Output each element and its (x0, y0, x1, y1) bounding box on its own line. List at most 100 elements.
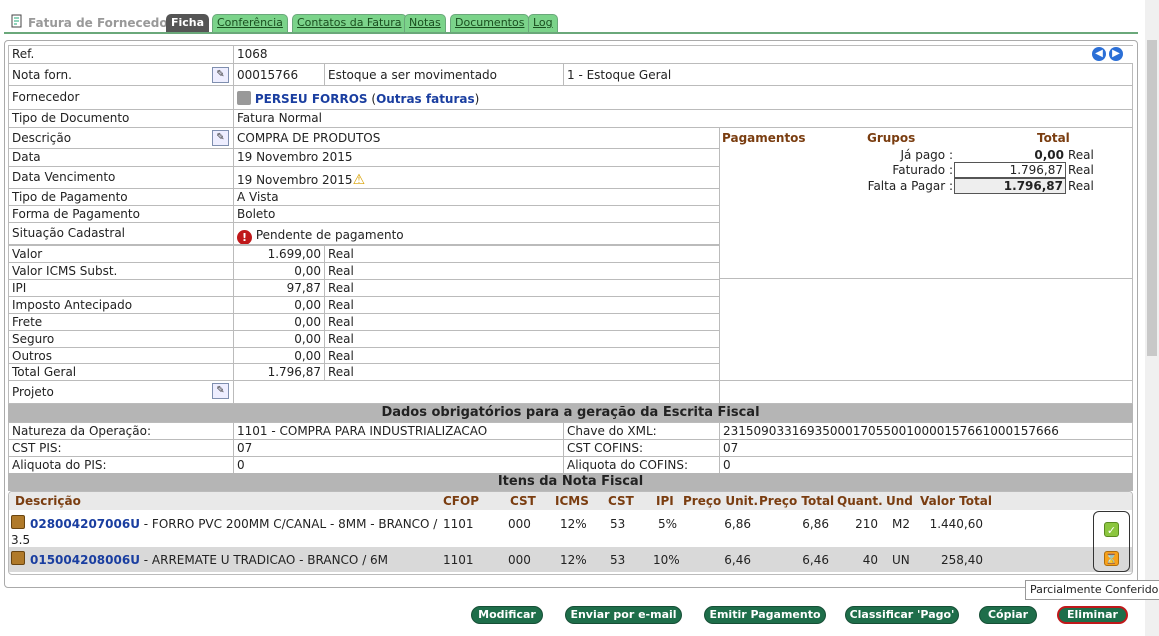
company-icon (237, 91, 251, 105)
product-box-icon (11, 551, 25, 568)
ref-label: Ref. (8, 45, 234, 64)
projeto-spacer (719, 380, 1133, 404)
tabs-bar: Fatura de Fornecedor Ficha Conferência C… (4, 10, 1138, 34)
descricao-label: Descrição (8, 127, 234, 149)
item-description: 015004208006U - ARREMATE U TRADICAO - BR… (30, 553, 389, 567)
tab-contatos-da-fatura[interactable]: Contatos da Fatura (292, 14, 407, 32)
formapag-label: Forma de Pagamento (8, 205, 234, 223)
tipodoc-value: Fatura Normal (233, 109, 1133, 128)
classificar-pago-button[interactable]: Classificar 'Pago' (845, 606, 959, 624)
item-total-price: 6,46 (802, 553, 829, 567)
copiar-button[interactable]: Cópiar (979, 606, 1037, 624)
amount-unit: Real (324, 296, 720, 314)
item-cst: 000 (508, 553, 531, 567)
tab-ficha[interactable]: Ficha (166, 14, 210, 32)
items-col-header: Preço Total (759, 494, 835, 508)
enviar-email-button[interactable]: Enviar por e-mail (565, 606, 682, 624)
amount-label: Outros (8, 347, 234, 364)
scrollbar[interactable] (1145, 0, 1159, 636)
items-col-header: Preço Unit. (683, 494, 759, 508)
outras-faturas-link[interactable]: Outras faturas (376, 92, 475, 106)
pagamentos-header: Pagamentos (722, 131, 806, 145)
natureza-value: 1101 - COMPRA PARA INDUSTRIALIZACAO (233, 422, 564, 440)
item-description-line2: 3.5 (11, 533, 31, 547)
amount-value: 97,87 (233, 279, 325, 297)
parcialmente-conferido-icon[interactable]: ⌛ (1104, 551, 1119, 566)
supplier-link[interactable]: PERSEU FORROS (255, 92, 368, 106)
amount-value: 1.699,00 (233, 245, 325, 263)
item-unit-price: 6,86 (724, 517, 751, 531)
app-title: Fatura de Fornecedor (10, 14, 174, 31)
amount-unit: Real (324, 313, 720, 331)
falta-pagar-value: 1.796,87 (954, 178, 1066, 194)
amount-unit: Real (324, 363, 720, 381)
amount-value: 0,00 (233, 296, 325, 314)
amount-label: IPI (8, 279, 234, 297)
situacao-value: ! Pendente de pagamento (233, 222, 720, 245)
amount-unit: Real (324, 245, 720, 263)
tipopag-label: Tipo de Pagamento (8, 188, 234, 206)
scrollbar-thumb[interactable] (1147, 40, 1157, 356)
ref-value: 1068 (233, 45, 1133, 64)
item-unit: UN (892, 553, 910, 567)
situacao-label: Situação Cadastral (8, 222, 234, 245)
amount-value: 0,00 (233, 262, 325, 280)
amount-label: Total Geral (8, 363, 234, 381)
product-code-link[interactable]: 015004208006U (30, 553, 140, 567)
items-col-header: Valor Total (920, 494, 992, 508)
right-spacer (719, 278, 1133, 381)
cst-cofins-value: 07 (719, 439, 1133, 457)
edit-descricao-icon[interactable]: ✎ (212, 130, 229, 146)
cst-pis-value: 07 (233, 439, 564, 457)
product-code-link[interactable]: 028004207006U (30, 517, 140, 531)
items-col-header: Und (886, 494, 913, 508)
product-box-icon (11, 515, 25, 532)
estoque-label: Estoque a ser movimentado (324, 63, 564, 86)
tab-documentos[interactable]: Documentos (450, 14, 530, 32)
amount-value: 0,00 (233, 313, 325, 331)
edit-nota-icon[interactable]: ✎ (212, 67, 229, 83)
amount-label: Imposto Antecipado (8, 296, 234, 314)
aliquota-cofins-value: 0 (719, 456, 1133, 474)
tipodoc-label: Tipo de Documento (8, 109, 234, 128)
item-cst2: 53 (610, 517, 626, 531)
emitir-pagamento-button[interactable]: Emitir Pagamento (704, 606, 826, 624)
falta-pagar-unit: Real (1068, 179, 1094, 193)
fornecedor-value: PERSEU FORROS (Outras faturas) (233, 85, 1133, 110)
warning-icon: ⚠ (352, 172, 366, 188)
items-col-header: CST (608, 494, 634, 508)
eliminar-button[interactable]: Eliminar (1057, 606, 1128, 624)
edit-projeto-icon[interactable]: ✎ (212, 383, 229, 399)
tooltip: Parcialmente Conferido (1025, 580, 1159, 600)
amount-unit: Real (324, 262, 720, 280)
faturado-label: Faturado : (892, 163, 953, 177)
data-label: Data (8, 148, 234, 167)
item-cfop: 1101 (443, 517, 474, 531)
item-ipi: 5% (657, 517, 677, 531)
tipopag-value: A Vista (233, 188, 720, 206)
total-header: Total (1037, 131, 1070, 145)
tab-conferencia[interactable]: Conferência (212, 14, 288, 32)
amount-unit: Real (324, 347, 720, 364)
alert-icon: ! (237, 230, 252, 244)
aliquota-pis-label: Aliquota do PIS: (8, 456, 234, 474)
modificar-button[interactable]: Modificar (471, 606, 543, 624)
conferido-check-icon[interactable]: ✓ (1104, 522, 1119, 537)
estoque-value: 1 - Estoque Geral (563, 63, 1133, 86)
items-col-header: Quant. (837, 494, 883, 508)
item-cst2: 53 (610, 553, 626, 567)
invoice-panel: ◀ ▶ Ref. 1068 Nota forn. ✎ 00015766 Esto… (4, 40, 1138, 588)
tab-log[interactable]: Log (528, 14, 558, 32)
aliquota-cofins-label: Aliquota do COFINS: (563, 456, 720, 474)
tab-notas[interactable]: Notas (404, 14, 446, 32)
item-icms: 12% (560, 517, 587, 531)
amount-label: Valor ICMS Subst. (8, 262, 234, 280)
projeto-label: Projeto (8, 380, 234, 404)
item-total-price: 6,86 (802, 517, 829, 531)
data-value: 19 Novembro 2015 (233, 148, 720, 167)
fornecedor-label: Fornecedor (8, 85, 234, 110)
amount-label: Frete (8, 313, 234, 331)
item-value-total: 1.440,60 (929, 517, 983, 531)
item-value-total: 258,40 (941, 553, 983, 567)
ja-pago-unit: Real (1068, 148, 1094, 162)
